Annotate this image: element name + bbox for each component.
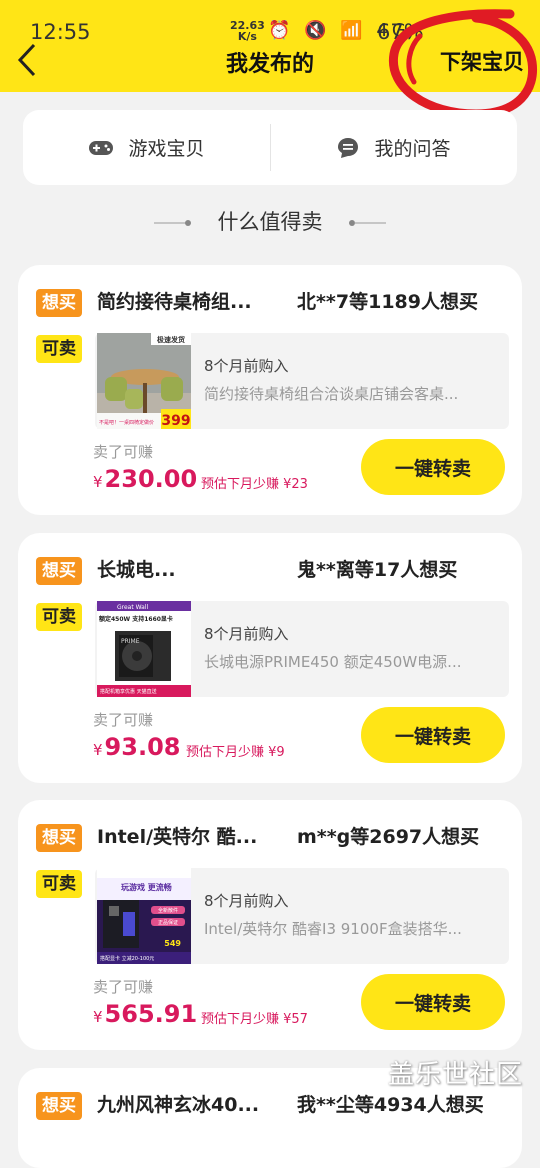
- currency-symbol: ¥: [93, 741, 103, 759]
- battery-level: 67%: [377, 20, 424, 44]
- sellable-tag: 可卖: [36, 870, 82, 898]
- thumb-brand: Great Wall: [117, 604, 149, 611]
- thumb-footer: 搭配机箱享优惠 天猫直送: [100, 688, 157, 695]
- thumb-tag1: 全新散件: [158, 907, 178, 914]
- resell-card: 想买 可卖 长城电... 鬼**离等17人想买 Great Wall 额定450…: [18, 533, 522, 783]
- product-box[interactable]: 玩游戏 更流畅 全新散件 正品保证 549 搭配显卡 立减20-100元 8个月…: [95, 868, 509, 964]
- product-thumbnail: Great Wall 额定450W 支持1660显卡 PRIME 搭配机箱享优惠…: [97, 601, 191, 697]
- currency-symbol: ¥: [93, 473, 103, 491]
- want-tag: 想买: [36, 557, 82, 585]
- estimate-note: 预估下月少赚 ¥57: [201, 1012, 308, 1027]
- earn-label: 卖了可赚: [93, 443, 154, 461]
- earn-label: 卖了可赚: [93, 978, 154, 996]
- tab-label: 我的问答: [374, 138, 451, 160]
- top-bar: 12:55 22.63 K/s ⏰ 🔇 📶 4G 67% 我发布的 下架宝贝: [0, 0, 540, 92]
- purchase-time: 8个月前购入: [204, 892, 289, 910]
- sellable-tag: 可卖: [36, 335, 82, 363]
- thumb-tag2: 正品保证: [158, 919, 178, 926]
- price-value: 565.91: [104, 1000, 198, 1028]
- want-tag: 想买: [36, 824, 82, 852]
- interest-count: m**g等2697人想买: [297, 826, 480, 848]
- thumb-caption: 不是吧！一桌四椅定做价: [99, 419, 154, 426]
- tab-my-qa[interactable]: 我的问答: [270, 110, 517, 185]
- resale-price: ¥93.08: [93, 733, 180, 761]
- resell-card: 想买 可卖 简约接待桌椅组... 北**7等1189人想买 极速发货 不是吧！一…: [18, 265, 522, 515]
- item-title[interactable]: Intel/英特尔 酷...: [97, 822, 282, 849]
- network-speed: 22.63 K/s: [230, 20, 265, 42]
- gamepad-icon: [88, 139, 114, 157]
- thumb-price: 399: [161, 413, 190, 429]
- resell-card: 想买 可卖 Intel/英特尔 酷... m**g等2697人想买 玩游戏 更流…: [18, 800, 522, 1050]
- status-bar: 12:55 22.63 K/s ⏰ 🔇 📶 4G 67%: [0, 18, 540, 48]
- thumb-headline: 额定450W 支持1660显卡: [99, 615, 173, 623]
- tab-bar: 游戏宝贝 我的问答: [23, 110, 517, 185]
- item-description: 长城电源PRIME450 额定450W电源...: [204, 653, 462, 671]
- quick-resell-button[interactable]: 一键转卖: [361, 974, 505, 1030]
- interest-count: 鬼**离等17人想买: [297, 559, 458, 581]
- network-speed-unit: K/s: [237, 30, 257, 43]
- item-description: Intel/英特尔 酷睿I3 9100F盒装搭华...: [204, 920, 462, 938]
- section-deco-right: [349, 220, 386, 226]
- status-time: 12:55: [30, 20, 91, 44]
- thumb-price: 549: [164, 939, 181, 948]
- tab-game-items[interactable]: 游戏宝贝: [23, 110, 270, 185]
- resale-price: ¥565.91: [93, 1000, 197, 1028]
- chat-icon: [336, 136, 360, 160]
- want-tag: 想买: [36, 1092, 82, 1120]
- watermark: 盖乐世社区: [388, 1060, 524, 1090]
- currency-symbol: ¥: [93, 1008, 103, 1026]
- earn-label: 卖了可赚: [93, 711, 154, 729]
- section-title: 什么值得卖: [217, 210, 323, 234]
- tab-label: 游戏宝贝: [128, 138, 205, 160]
- thumb-headline: 玩游戏 更流畅: [121, 882, 172, 892]
- thumb-footer: 搭配显卡 立减20-100元: [100, 955, 154, 962]
- delist-button[interactable]: 下架宝贝: [440, 46, 524, 76]
- item-title[interactable]: 九州风神玄冰40...: [97, 1090, 282, 1117]
- thumb-model: PRIME: [121, 638, 140, 645]
- estimate-note: 预估下月少赚 ¥23: [201, 477, 308, 492]
- product-box[interactable]: Great Wall 额定450W 支持1660显卡 PRIME 搭配机箱享优惠…: [95, 601, 509, 697]
- sellable-tag: 可卖: [36, 603, 82, 631]
- product-thumbnail: 玩游戏 更流畅 全新散件 正品保证 549 搭配显卡 立减20-100元: [97, 868, 191, 964]
- product-thumbnail: 极速发货 不是吧！一桌四椅定做价 399: [97, 333, 191, 429]
- item-description: 简约接待桌椅组合洽谈桌店铺会客桌...: [204, 385, 459, 403]
- quick-resell-button[interactable]: 一键转卖: [361, 439, 505, 495]
- purchase-time: 8个月前购入: [204, 357, 289, 375]
- product-box[interactable]: 极速发货 不是吧！一桌四椅定做价 399 8个月前购入 简约接待桌椅组合洽谈桌店…: [95, 333, 509, 429]
- price-value: 230.00: [104, 465, 198, 493]
- item-title[interactable]: 长城电...: [97, 555, 282, 582]
- interest-count: 北**7等1189人想买: [297, 291, 478, 313]
- quick-resell-button[interactable]: 一键转卖: [361, 707, 505, 763]
- item-title[interactable]: 简约接待桌椅组...: [97, 287, 282, 314]
- want-tag: 想买: [36, 289, 82, 317]
- purchase-time: 8个月前购入: [204, 625, 289, 643]
- estimate-note: 预估下月少赚 ¥9: [186, 745, 285, 760]
- price-value: 93.08: [104, 733, 181, 761]
- thumb-badge: 极速发货: [157, 335, 185, 344]
- interest-count: 我**尘等4934人想买: [297, 1094, 484, 1116]
- resale-price: ¥230.00: [93, 465, 197, 493]
